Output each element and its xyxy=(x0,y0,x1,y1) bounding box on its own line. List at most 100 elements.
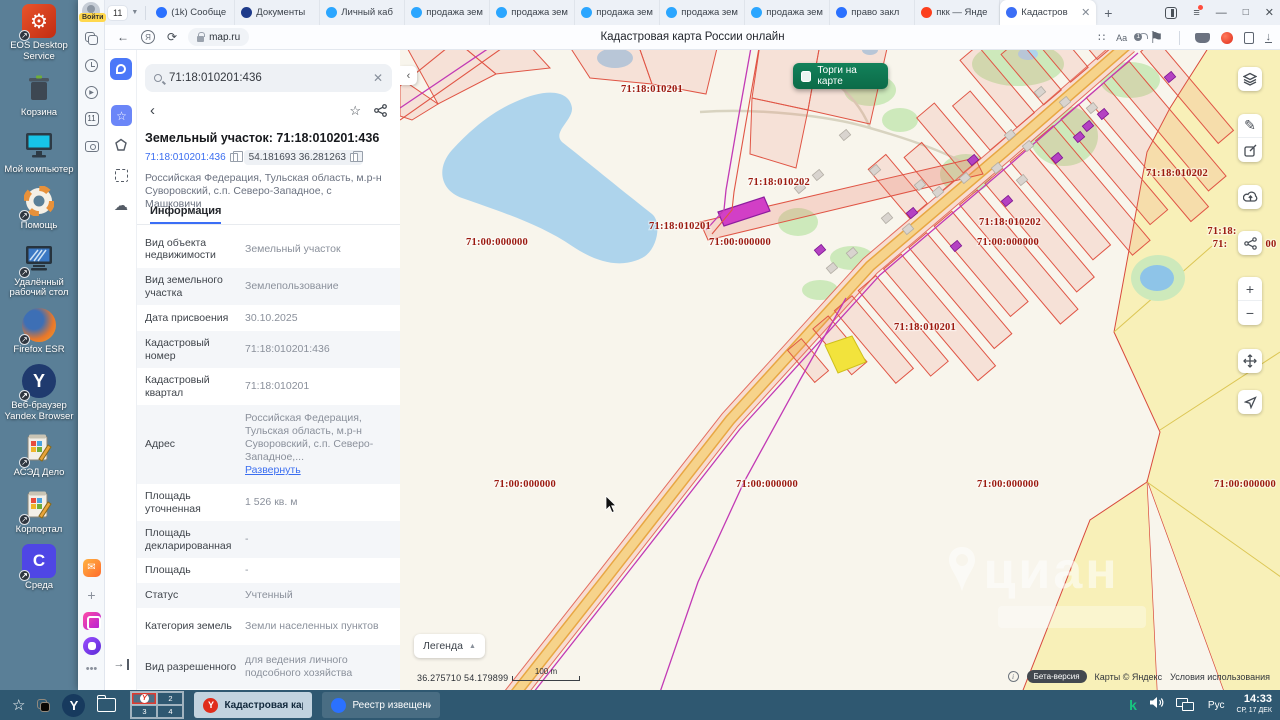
services-grid-icon[interactable]: ∷ xyxy=(1098,31,1105,44)
map-canvas[interactable]: 71:18:01020171:18:01020271:18:01020171:0… xyxy=(400,50,1280,690)
mail-icon[interactable]: ✉ xyxy=(82,558,101,577)
workspace-3[interactable]: 3 xyxy=(131,705,157,718)
clear-search-icon[interactable]: ✕ xyxy=(373,71,383,85)
k-tray-icon[interactable]: k xyxy=(1129,697,1137,713)
map-collapse-button[interactable]: ‹ xyxy=(400,66,417,85)
browser-tab[interactable]: продажа зем xyxy=(405,0,490,25)
tab-close-icon[interactable]: ✕ xyxy=(1081,6,1090,19)
bookmark-icon[interactable]: ⚑ xyxy=(1149,28,1163,48)
favorite-star-icon[interactable]: ☆ xyxy=(349,103,361,119)
tab-count-control[interactable]: 11▼ xyxy=(107,5,141,21)
pan-button[interactable] xyxy=(1238,349,1262,373)
workspace-switcher[interactable]: Y234 xyxy=(130,691,184,719)
desktop-icon-help[interactable]: ↗Помощь xyxy=(2,184,76,232)
more-icon[interactable]: ••• xyxy=(82,659,101,678)
desktop-icon-firefox[interactable]: ↗Firefox ESR xyxy=(2,308,76,356)
yandex-disk-icon[interactable] xyxy=(82,611,101,630)
collapse-panel-icon[interactable]: → xyxy=(112,655,130,673)
taskbar-window-button[interactable]: Реестр извещени... xyxy=(322,692,440,718)
browser-tab[interactable]: пкк — Янде xyxy=(915,0,1000,25)
workspace-4[interactable]: 4 xyxy=(157,705,183,718)
desktop-icon-korportal[interactable]: ↗Корпортал xyxy=(2,488,76,536)
search-input[interactable] xyxy=(169,72,366,84)
back-icon[interactable]: ← xyxy=(117,30,129,44)
rail-favorites-button[interactable]: ☆ xyxy=(111,105,132,126)
browser-tab[interactable]: продажа зем xyxy=(660,0,745,25)
window-list-icon[interactable] xyxy=(37,699,50,712)
maximize-button[interactable]: □ xyxy=(1243,7,1249,18)
browser-tab[interactable]: продажа зем xyxy=(745,0,830,25)
browser-tab[interactable]: Документы xyxy=(235,0,320,25)
workspace-active[interactable]: Y xyxy=(131,692,157,705)
history-icon[interactable] xyxy=(82,56,101,75)
taskbar-window-button[interactable]: YКадастровая кар... xyxy=(194,692,312,718)
browser-tab[interactable]: продажа зем xyxy=(490,0,575,25)
browser-tab[interactable]: (1k) Сообще xyxy=(150,0,235,25)
tab-information[interactable]: Информация xyxy=(150,205,221,224)
layers-button[interactable] xyxy=(1238,67,1262,91)
desktop-icon-yandex[interactable]: Y↗Веб-браузер Yandex Browser xyxy=(2,364,76,422)
expand-link[interactable]: Развернуть xyxy=(245,464,301,476)
login-badge[interactable]: Войти xyxy=(79,13,106,22)
copy-icon[interactable] xyxy=(350,153,358,162)
browser-tab[interactable]: продажа зем xyxy=(575,0,660,25)
side-panel-icon[interactable] xyxy=(1165,7,1177,19)
locate-button[interactable] xyxy=(1238,390,1262,414)
desktop-icon-rdp[interactable]: ↗Удалённый рабочий стол xyxy=(2,241,76,299)
panel-back-button[interactable]: ‹ xyxy=(150,102,155,120)
measure-button[interactable]: ✎ xyxy=(1238,114,1262,138)
desktop-icon-sreda[interactable]: C↗Среда xyxy=(2,544,76,592)
polygon-tool-icon[interactable] xyxy=(112,136,130,154)
upload-button[interactable] xyxy=(1238,185,1262,209)
legend-button[interactable]: Легенда▲ xyxy=(414,634,485,658)
search-bar[interactable]: ✕ xyxy=(145,64,392,92)
select-area-icon[interactable] xyxy=(112,166,130,184)
map-share-button[interactable] xyxy=(1238,231,1262,255)
play-icon[interactable]: ▶ xyxy=(82,83,101,102)
translate-icon[interactable]: Aа xyxy=(1116,33,1127,43)
torgi-toggle[interactable]: Торги на карте xyxy=(793,63,888,89)
alice-icon[interactable] xyxy=(82,636,101,655)
edit-button[interactable] xyxy=(1238,138,1262,162)
desktop-icon-trash[interactable]: Корзина xyxy=(2,71,76,119)
yandex-services-icon[interactable]: Я xyxy=(141,30,155,44)
download-icon[interactable]: ↓ xyxy=(1265,32,1273,43)
info-icon[interactable]: i xyxy=(1008,671,1019,682)
address-bar[interactable]: map.ru xyxy=(188,28,249,46)
desktop-icon-delo[interactable]: ↗АСЭД Дело xyxy=(2,431,76,479)
browser-tab[interactable]: право закл xyxy=(830,0,915,25)
reload-icon[interactable]: ⟳ xyxy=(167,30,177,44)
cloud-icon[interactable]: ☁ xyxy=(112,196,130,214)
yandex-browser-taskbar-icon[interactable]: Y xyxy=(62,694,85,717)
screenshot-icon[interactable] xyxy=(82,137,101,156)
terms-link[interactable]: Условия использования xyxy=(1170,672,1270,682)
file-manager-icon[interactable] xyxy=(97,698,116,712)
torgi-checkbox[interactable] xyxy=(801,71,811,82)
close-button[interactable]: ✕ xyxy=(1265,6,1274,19)
new-tab-button[interactable]: + xyxy=(1104,5,1112,21)
tab-groups-icon[interactable] xyxy=(82,29,101,48)
copy-icon[interactable] xyxy=(230,153,238,162)
minimize-button[interactable]: — xyxy=(1216,7,1227,19)
browser-tab[interactable]: Кадастров✕ xyxy=(1000,0,1096,25)
start-menu-icon[interactable]: ☆ xyxy=(12,696,25,714)
volume-icon[interactable] xyxy=(1149,696,1164,714)
language-indicator[interactable]: Рус xyxy=(1208,700,1225,711)
zoom-out-button[interactable]: − xyxy=(1238,301,1262,325)
cadnum-chip[interactable]: 71:18:010201:436 xyxy=(145,152,238,163)
display-settings-icon[interactable] xyxy=(1176,698,1196,712)
add-panel-icon[interactable]: + xyxy=(82,585,101,604)
alice-sphere-icon[interactable] xyxy=(1221,32,1233,44)
share-icon[interactable] xyxy=(374,104,387,122)
desktop-icon-computer[interactable]: Мой компьютер xyxy=(2,128,76,176)
clock[interactable]: 14:33 СР, 17 ДЕК xyxy=(1236,694,1272,716)
browser-tab[interactable]: Личный каб xyxy=(320,0,405,25)
workspace-2[interactable]: 2 xyxy=(157,692,183,705)
menu-icon[interactable]: ≡ xyxy=(1193,7,1199,19)
collections-icon[interactable] xyxy=(1244,32,1254,44)
zoom-in-button[interactable]: + xyxy=(1238,277,1262,301)
desktop-icon-eos[interactable]: ⚙↗EOS Desktop Service xyxy=(2,4,76,62)
pocket-icon[interactable] xyxy=(1195,33,1210,43)
coords-chip[interactable]: 54.181693 36.281263 xyxy=(244,150,363,165)
app-logo[interactable] xyxy=(110,58,132,80)
